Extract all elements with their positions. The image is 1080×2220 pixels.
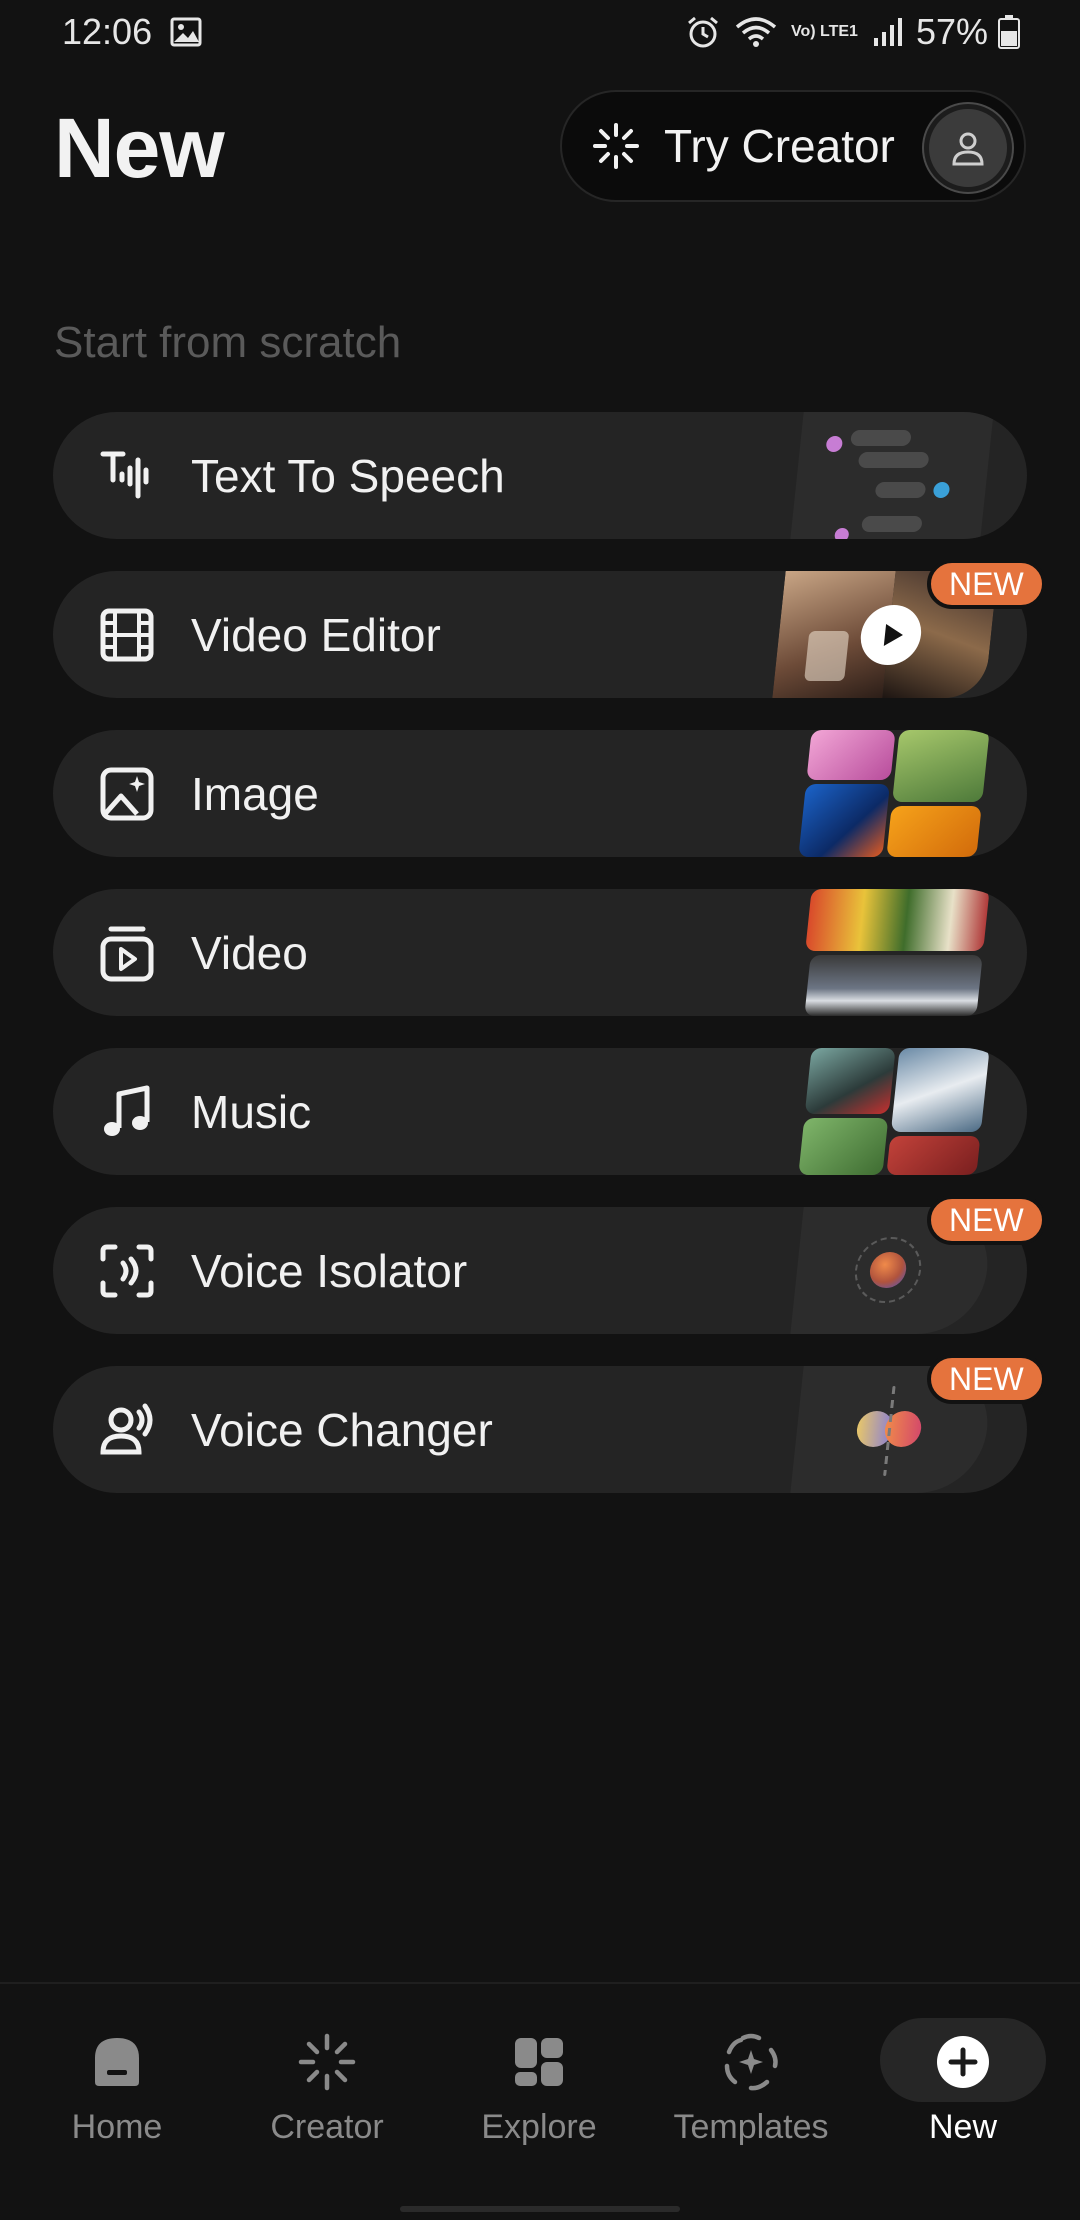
list-item-label: Text To Speech [191,449,505,502]
music-note-icon [97,1082,157,1142]
avatar[interactable] [924,104,1012,192]
image-icon [97,764,157,824]
explore-grid-icon [509,2032,569,2092]
list-item-video-editor[interactable]: Video Editor NEW [53,559,1046,698]
text-to-speech-icon [97,446,157,506]
battery-icon [998,15,1020,49]
music-thumbnail [790,1048,993,1175]
nav-item-home[interactable]: Home [22,1984,212,2184]
list-item-music[interactable]: Music [53,1048,1027,1175]
nav-item-explore[interactable]: Explore [444,1984,634,2184]
new-badge: NEW [927,559,1046,609]
list-item-image[interactable]: Image [53,730,1027,857]
status-left: 12:06 [62,11,202,53]
nav-label: New [928,2108,998,2146]
signal-icon [872,16,902,48]
spark-icon [592,122,640,170]
voice-changer-icon [97,1400,157,1460]
home-indicator [400,2206,680,2212]
page-title: New [54,101,225,195]
list-item-label: Video Editor [191,608,441,661]
list-item-label: Voice Isolator [191,1244,468,1297]
nav-item-templates[interactable]: Templates [656,1984,846,2184]
volte-icon: Vo) LTE1 [790,23,858,40]
list-item-label: Image [191,767,319,820]
list-item-video[interactable]: Video [53,889,1027,1016]
list-item-label: Music [191,1085,312,1138]
list-item-label: Voice Changer [191,1403,493,1456]
nav-label: Templates [673,2108,829,2146]
user-icon [952,132,984,166]
gallery-icon [170,17,202,47]
status-time: 12:06 [62,11,153,52]
templates-icon [721,2032,781,2092]
spark-icon [297,2032,357,2092]
list-item-voice-changer[interactable]: Voice Changer NEW [53,1354,1046,1493]
wifi-icon [735,15,777,49]
nav-label: Explore [481,2108,597,2146]
film-icon [97,605,157,665]
status-right: Vo) LTE1 57% [685,11,1020,53]
list-item-voice-isolator[interactable]: Voice Isolator NEW [53,1195,1046,1334]
bottom-nav: Home Creator Explore Templates New [0,1982,1080,2220]
try-creator-label: Try Creator [664,120,895,172]
image-thumbnail [790,730,993,857]
new-badge: NEW [927,1195,1046,1245]
battery-percent: 57% [915,11,988,52]
voice-isolator-icon [97,1241,157,1301]
video-thumbnail [790,889,993,1016]
status-bar: 12:06 Vo) LTE1 57% [0,0,1080,64]
nav-item-new[interactable]: New [868,1984,1058,2184]
nav-item-creator[interactable]: Creator [232,1984,422,2184]
battery-status: 57% [916,11,1020,53]
section-label: Start from scratch [54,318,402,367]
try-creator-button[interactable]: Try Creator [560,90,1026,202]
list-item-label: Video [191,926,308,979]
nav-label: Home [71,2108,163,2146]
list-item-text-to-speech[interactable]: Text To Speech [53,412,1027,539]
new-badge: NEW [927,1354,1046,1404]
video-icon [97,923,157,983]
text-to-speech-thumbnail [790,412,994,539]
plus-icon [933,2032,993,2092]
nav-label: Creator [270,2108,384,2146]
alarm-icon [685,14,721,50]
home-icon [87,2032,147,2092]
